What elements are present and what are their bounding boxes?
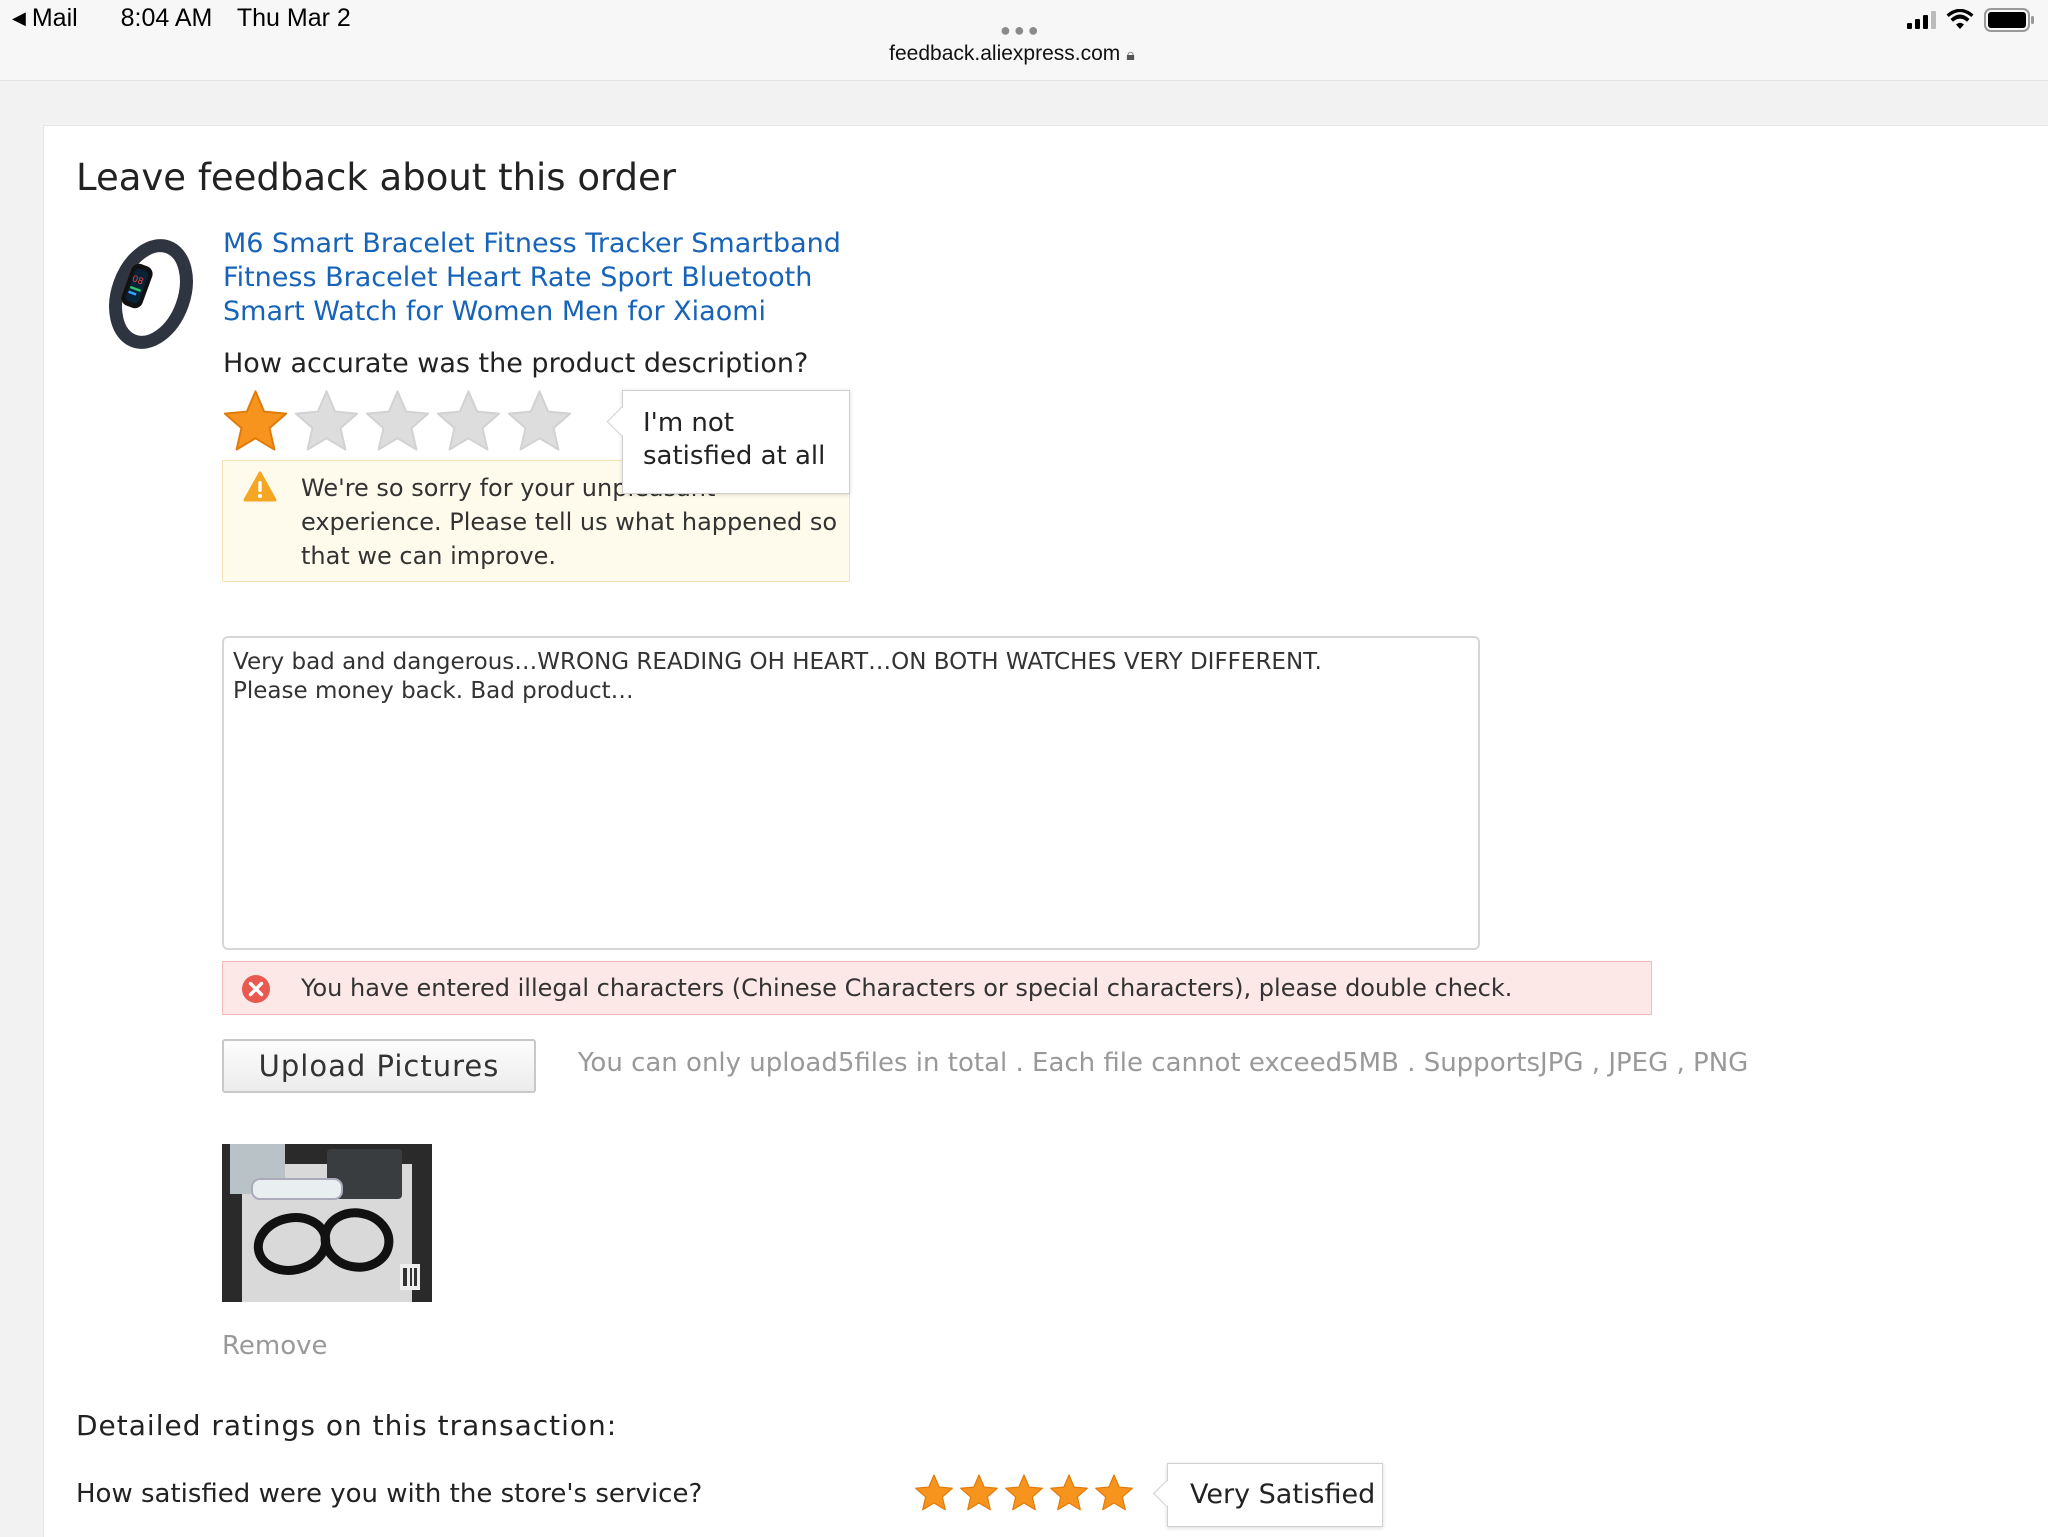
error-banner: You have entered illegal characters (Chi…: [222, 961, 1652, 1015]
status-time: 8:04 AM: [120, 4, 213, 32]
description-rating-stars[interactable]: [222, 388, 573, 455]
store-service-question: How satisfied were you with the store's …: [76, 1479, 703, 1509]
back-arrow-icon: ◀: [12, 8, 26, 28]
rating-tooltip-text: I'm not satisfied at all: [643, 408, 826, 471]
store-service-rating-stars[interactable]: [914, 1473, 1134, 1513]
remove-photo-link[interactable]: Remove: [222, 1331, 328, 1361]
service-rating-tooltip-text: Very Satisfied: [1190, 1479, 1376, 1510]
review-textarea[interactable]: [222, 636, 1480, 950]
error-x-circle-icon: [241, 974, 271, 1008]
feedback-card: Leave feedback about this order 08 M6 Sm…: [43, 125, 2048, 1537]
wifi-icon: [1946, 9, 1974, 31]
upload-pictures-button[interactable]: Upload Pictures: [222, 1039, 536, 1093]
description-star-5[interactable]: [506, 388, 573, 455]
more-dots-icon[interactable]: ●●●: [1000, 20, 1042, 41]
warning-triangle-icon: [243, 471, 277, 507]
error-text: You have entered illegal characters (Chi…: [301, 974, 1513, 1002]
rating-tooltip: I'm not satisfied at all: [622, 390, 850, 494]
service-star-1[interactable]: [914, 1473, 954, 1513]
description-accuracy-question: How accurate was the product description…: [223, 348, 809, 379]
fitness-band-icon[interactable]: 08: [104, 236, 204, 356]
page-title: Leave feedback about this order: [76, 156, 677, 199]
service-star-2[interactable]: [959, 1473, 999, 1513]
status-bar: ◀ Mail 8:04 AM Thu Mar 2 ●●● feedback.ali…: [0, 0, 2048, 81]
address-bar[interactable]: feedback.aliexpress.com 🔒︎: [0, 42, 2024, 66]
description-star-1[interactable]: [222, 388, 289, 455]
service-star-3[interactable]: [1004, 1473, 1044, 1513]
status-indicators: [1907, 8, 2036, 32]
uploaded-photo-thumbnail[interactable]: [222, 1144, 432, 1302]
service-rating-tooltip: Very Satisfied: [1167, 1463, 1383, 1527]
battery-icon: [1984, 8, 2036, 32]
back-to-mail-button[interactable]: ◀ Mail: [12, 4, 96, 32]
back-label: Mail: [31, 4, 78, 32]
url-text: feedback.aliexpress.com: [889, 42, 1121, 65]
service-star-5[interactable]: [1094, 1473, 1134, 1513]
description-star-2[interactable]: [293, 388, 360, 455]
status-bar-left: ◀ Mail 8:04 AM Thu Mar 2: [12, 4, 369, 33]
lock-icon: 🔒︎: [1126, 47, 1135, 64]
upload-hint: You can only upload5files in total . Eac…: [578, 1048, 1749, 1078]
detailed-ratings-heading: Detailed ratings on this transaction:: [76, 1409, 618, 1442]
product-title-link[interactable]: M6 Smart Bracelet Fitness Tracker Smartb…: [223, 227, 843, 329]
cellular-signal-icon: [1907, 11, 1936, 29]
status-date: Thu Mar 2: [236, 4, 351, 32]
description-star-3[interactable]: [364, 388, 431, 455]
service-star-4[interactable]: [1049, 1473, 1089, 1513]
description-star-4[interactable]: [435, 388, 502, 455]
